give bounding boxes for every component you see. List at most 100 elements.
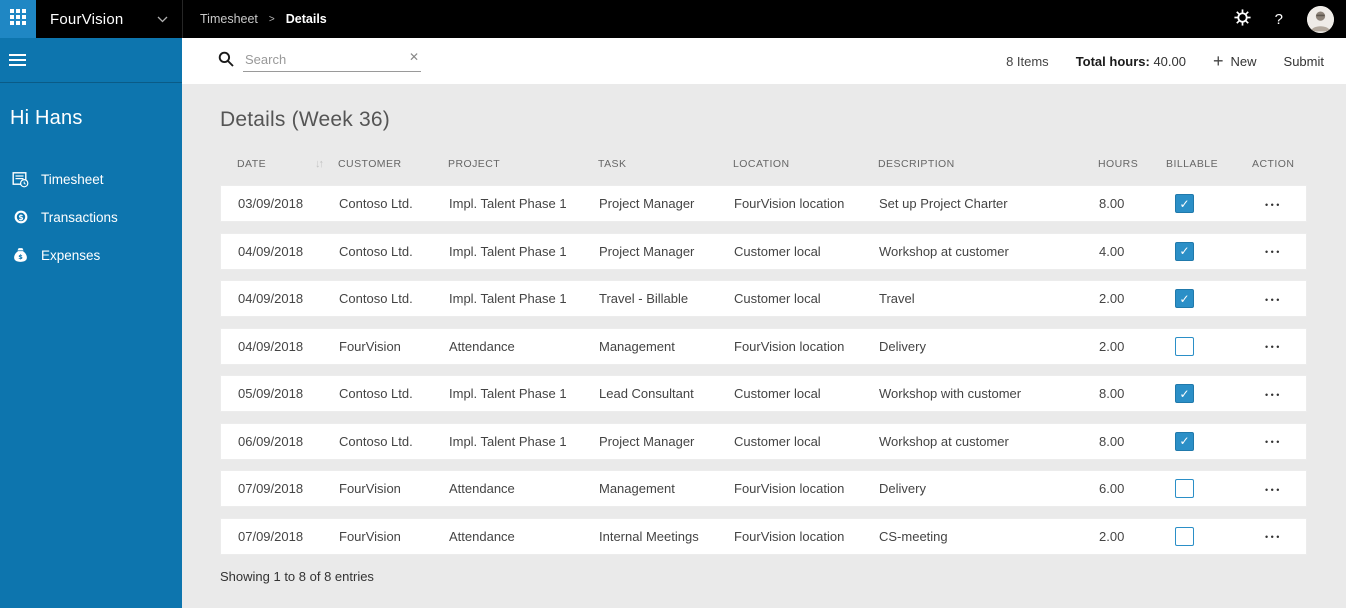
cell-project: Attendance	[449, 338, 515, 354]
billable-checkbox[interactable]: ✓	[1175, 384, 1194, 403]
column-header-date[interactable]: DATE ↓↑	[237, 158, 338, 170]
cell-location: FourVision location	[734, 481, 845, 496]
cell-project: Attendance	[449, 528, 515, 544]
cell-hours: 4.00	[1099, 243, 1125, 259]
help-button[interactable]: ?	[1275, 11, 1283, 28]
transactions-icon: $	[12, 209, 29, 226]
new-button-label: New	[1230, 53, 1257, 69]
cell-location: Customer local	[734, 386, 821, 401]
main-area: ✕ 8 Items Total hours: 40.00 + New Submi…	[182, 38, 1346, 608]
table-row[interactable]: 07/09/2018 FourVision Attendance Managem…	[220, 470, 1307, 507]
cell-date: 05/09/2018	[238, 386, 304, 401]
toolbar-actions: 8 Items Total hours: 40.00 + New Submit	[1006, 52, 1324, 70]
user-avatar[interactable]	[1307, 5, 1334, 33]
table-header: DATE ↓↑ CUSTOMER PROJECT TASK LOCATION D…	[220, 144, 1307, 185]
table-row[interactable]: 04/09/2018 FourVision Attendance Managem…	[220, 327, 1307, 365]
cell-customer: FourVision	[339, 481, 401, 496]
table-body: 03/09/2018 Contoso Ltd. Impl. Talent Pha…	[220, 185, 1307, 555]
table-row[interactable]: 03/09/2018 Contoso Ltd. Impl. Talent Pha…	[220, 185, 1307, 222]
breadcrumb-separator: >	[268, 13, 275, 25]
row-actions-button[interactable]: •••	[1263, 388, 1284, 402]
table-row[interactable]: 07/09/2018 FourVision Attendance Interna…	[220, 517, 1307, 555]
sort-icon[interactable]: ↓↑	[315, 158, 324, 170]
billable-checkbox[interactable]: ✓	[1175, 241, 1194, 261]
cell-customer: Contoso Ltd.	[339, 386, 413, 401]
cell-date: 04/09/2018	[238, 291, 304, 306]
cell-date: 06/09/2018	[238, 433, 304, 449]
table-row[interactable]: 06/09/2018 Contoso Ltd. Impl. Talent Pha…	[220, 422, 1307, 460]
cell-date: 07/09/2018	[238, 528, 304, 544]
cell-project: Impl. Talent Phase 1	[449, 386, 567, 401]
row-actions-button[interactable]: •••	[1263, 340, 1284, 354]
cell-location: FourVision location	[734, 528, 845, 544]
cell-hours: 8.00	[1099, 196, 1125, 211]
svg-text:$: $	[18, 213, 23, 222]
app-launcher-button[interactable]	[0, 0, 36, 38]
search-clear-button[interactable]: ✕	[409, 50, 419, 64]
cell-description: CS-meeting	[879, 528, 948, 544]
cell-project: Impl. Talent Phase 1	[449, 243, 567, 259]
sidebar-item-expenses[interactable]: $ Expenses	[0, 236, 182, 274]
cell-project: Impl. Talent Phase 1	[449, 433, 567, 449]
new-button[interactable]: + New	[1213, 52, 1257, 70]
column-header-location[interactable]: LOCATION	[733, 158, 878, 170]
column-header-action[interactable]: ACTION	[1252, 158, 1307, 170]
sidebar-item-label: Timesheet	[41, 171, 104, 187]
cell-customer: Contoso Ltd.	[339, 243, 413, 259]
topbar-actions: ?	[1234, 5, 1346, 33]
row-actions-button[interactable]: •••	[1263, 293, 1284, 307]
cell-description: Set up Project Charter	[879, 196, 1008, 211]
row-actions-button[interactable]: •••	[1263, 198, 1284, 212]
sidebar-item-transactions[interactable]: $ Transactions	[0, 198, 182, 236]
sidebar-item-timesheet[interactable]: Timesheet	[0, 160, 182, 198]
column-header-hours[interactable]: HOURS	[1098, 158, 1166, 170]
cell-customer: FourVision	[339, 528, 401, 544]
submit-button-label: Submit	[1283, 53, 1324, 69]
total-hours: Total hours: 40.00	[1076, 54, 1186, 69]
cell-project: Attendance	[449, 481, 515, 496]
cell-location: FourVision location	[734, 338, 845, 354]
expenses-icon: $	[12, 247, 29, 264]
cell-task: Project Manager	[599, 243, 695, 259]
plus-icon: +	[1213, 51, 1224, 71]
row-actions-button[interactable]: •••	[1263, 483, 1284, 497]
row-actions-button[interactable]: •••	[1263, 435, 1284, 449]
column-header-customer[interactable]: CUSTOMER	[338, 158, 448, 170]
page-title: Details (Week 36)	[220, 108, 390, 131]
settings-button[interactable]	[1234, 9, 1251, 29]
column-header-description[interactable]: DESCRIPTION	[878, 158, 1098, 170]
column-header-billable[interactable]: BILLABLE	[1166, 158, 1252, 170]
row-actions-button[interactable]: •••	[1263, 245, 1284, 259]
app-title: FourVision	[50, 10, 124, 28]
cell-project: Impl. Talent Phase 1	[449, 196, 567, 211]
search-input[interactable]	[243, 50, 421, 72]
table-row[interactable]: 04/09/2018 Contoso Ltd. Impl. Talent Pha…	[220, 232, 1307, 270]
menu-toggle-button[interactable]	[0, 38, 182, 83]
billable-checkbox[interactable]: ✓	[1175, 431, 1194, 451]
close-icon: ✕	[408, 50, 419, 64]
billable-checkbox[interactable]	[1175, 336, 1194, 356]
cell-description: Delivery	[879, 481, 926, 496]
breadcrumb-timesheet[interactable]: Timesheet	[200, 12, 258, 26]
cell-description: Workshop with customer	[879, 386, 1022, 401]
app-title-menu[interactable]: FourVision	[36, 0, 182, 38]
column-header-project[interactable]: PROJECT	[448, 158, 598, 170]
breadcrumb-details: Details	[285, 12, 327, 26]
table-row[interactable]: 05/09/2018 Contoso Ltd. Impl. Talent Pha…	[220, 375, 1307, 412]
cell-hours: 8.00	[1099, 433, 1125, 449]
sidebar-greeting: Hi Hans	[10, 107, 83, 129]
chevron-down-icon	[157, 10, 168, 28]
billable-checkbox[interactable]	[1175, 479, 1194, 498]
top-bar: FourVision Timesheet > Details ?	[0, 0, 1346, 38]
row-actions-button[interactable]: •••	[1263, 530, 1284, 544]
submit-button[interactable]: Submit	[1284, 54, 1324, 69]
billable-checkbox[interactable]: ✓	[1175, 289, 1194, 308]
billable-checkbox[interactable]	[1175, 526, 1194, 546]
column-header-task[interactable]: TASK	[598, 158, 733, 170]
cell-task: Management	[599, 481, 675, 496]
cell-task: Internal Meetings	[599, 528, 699, 544]
cell-description: Delivery	[879, 338, 926, 354]
billable-checkbox[interactable]: ✓	[1175, 194, 1194, 213]
table-row[interactable]: 04/09/2018 Contoso Ltd. Impl. Talent Pha…	[220, 280, 1307, 317]
cell-date: 07/09/2018	[238, 481, 304, 496]
